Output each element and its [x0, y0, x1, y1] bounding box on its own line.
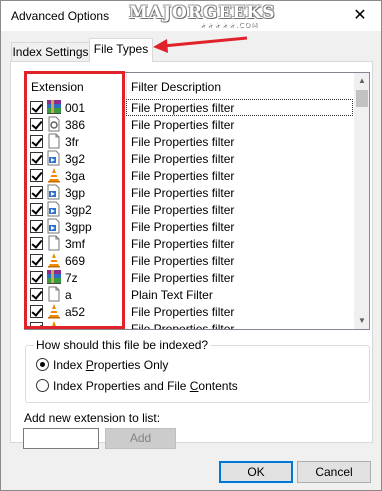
- index-method-group: How should this file be indexed? Index P…: [25, 338, 370, 403]
- radio-label-properties-and-contents[interactable]: Index Properties and File Contents: [53, 379, 238, 393]
- close-icon: ✕: [353, 7, 367, 24]
- row-description: File Properties filter: [131, 203, 235, 217]
- cancel-button[interactable]: Cancel: [297, 461, 371, 483]
- row-description: File Properties filter: [131, 220, 235, 234]
- radio-button[interactable]: [36, 379, 49, 392]
- row-description: File Properties filter: [131, 322, 235, 330]
- tab-file-types[interactable]: File Types: [89, 38, 153, 62]
- column-header-description[interactable]: Filter Description: [131, 80, 221, 94]
- row-description: File Properties filter: [131, 169, 235, 183]
- row-description: File Properties filter: [131, 135, 235, 149]
- row-description: File Properties filter: [131, 254, 235, 268]
- index-method-title: How should this file be indexed?: [34, 338, 211, 352]
- close-button[interactable]: ✕: [341, 3, 379, 29]
- title-bar: Advanced Options MAJORGEEKS ★★★★★.COM ✕: [1, 1, 381, 31]
- radio-label-properties-only[interactable]: Index Properties Only: [53, 358, 168, 372]
- majorgeeks-watermark-sub: ★★★★★.COM: [199, 21, 259, 29]
- majorgeeks-watermark: MAJORGEEKS: [129, 3, 276, 23]
- annotation-highlight-box: [24, 71, 125, 329]
- row-description: File Properties filter: [131, 237, 235, 251]
- row-description: File Properties filter: [131, 101, 235, 115]
- scroll-thumb[interactable]: [356, 90, 368, 107]
- add-extension-input[interactable]: [23, 428, 99, 449]
- row-description: File Properties filter: [131, 271, 235, 285]
- scroll-up-icon[interactable]: ▲: [354, 73, 369, 89]
- ok-button[interactable]: OK: [219, 461, 293, 483]
- row-description: File Properties filter: [131, 152, 235, 166]
- add-extension-label: Add new extension to list:: [24, 411, 161, 425]
- column-divider[interactable]: [126, 73, 127, 99]
- row-description: File Properties filter: [131, 305, 235, 319]
- add-button[interactable]: Add: [105, 428, 176, 449]
- row-description: File Properties filter: [131, 118, 235, 132]
- radio-button-selected[interactable]: [36, 358, 49, 371]
- advanced-options-window: Advanced Options MAJORGEEKS ★★★★★.COM ✕ …: [0, 0, 382, 491]
- window-title: Advanced Options: [11, 9, 110, 23]
- row-description: File Properties filter: [131, 186, 235, 200]
- vertical-scrollbar[interactable]: ▲ ▼: [354, 73, 369, 329]
- annotation-arrow-icon: [153, 36, 248, 53]
- row-description: Plain Text Filter: [131, 288, 213, 302]
- scroll-down-icon[interactable]: ▼: [354, 313, 369, 329]
- tab-index-settings[interactable]: Index Settings: [11, 42, 90, 62]
